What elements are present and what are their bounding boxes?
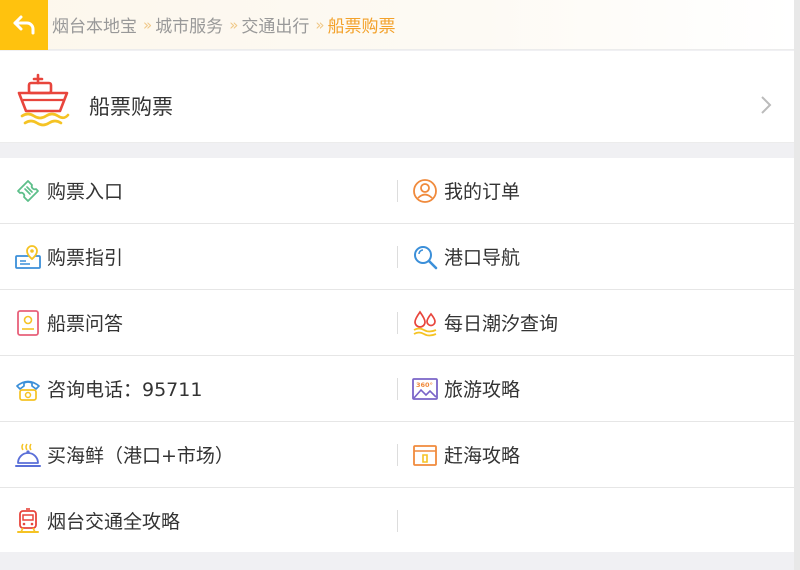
ferry-ticket-header[interactable]: 船票购票 [0, 51, 794, 143]
menu-item-port-navigation[interactable]: 港口导航 [397, 224, 794, 289]
menu-item-label: 赶海攻略 [444, 445, 521, 467]
train-icon [17, 507, 39, 533]
ship-icon [17, 73, 70, 127]
menu-item-buy-seafood[interactable]: 买海鲜（港口+市场） [0, 422, 397, 487]
service-menu: 购票入口 我的订单 购票指引 港口导航 船票问答 每日潮汐查询 咨询电话：957… [0, 158, 794, 554]
breadcrumb-separator: » [315, 15, 324, 34]
menu-row: 买海鲜（港口+市场） 赶海攻略 [0, 422, 794, 488]
user-icon [413, 178, 437, 203]
back-button[interactable] [0, 0, 48, 50]
breadcrumb-separator: » [143, 15, 152, 34]
guide-box-icon [413, 444, 437, 466]
panorama-360-icon: 360° [412, 377, 438, 400]
menu-item-daily-tide[interactable]: 每日潮汐查询 [397, 290, 794, 355]
menu-row: 购票指引 港口导航 [0, 224, 794, 290]
menu-item-label: 旅游攻略 [444, 379, 521, 401]
menu-item-label: 烟台交通全攻略 [47, 511, 181, 533]
water-drop-icon [413, 310, 437, 336]
breadcrumb-item-home[interactable]: 烟台本地宝 [52, 12, 137, 37]
breadcrumb-item-transport[interactable]: 交通出行 [241, 12, 309, 37]
menu-item-label: 每日潮汐查询 [444, 313, 559, 335]
menu-item-label: 我的订单 [444, 181, 521, 203]
breadcrumb: 烟台本地宝 » 城市服务 » 交通出行 » 船票购票 [48, 12, 396, 38]
menu-row: 烟台交通全攻略 [0, 488, 794, 554]
map-pin-icon [15, 244, 41, 269]
menu-item-label: 船票问答 [47, 313, 124, 335]
breadcrumb-item-current: 船票购票 [327, 17, 396, 37]
menu-item-label: 买海鲜（港口+市场） [47, 445, 234, 467]
menu-item-label: 购票指引 [47, 247, 124, 269]
menu-item-label: 港口导航 [444, 247, 521, 269]
menu-item-hotline[interactable]: 咨询电话：95711 [0, 356, 397, 421]
ticket-icon [17, 179, 39, 202]
breadcrumb-separator: » [229, 15, 238, 34]
chevron-right-icon [761, 96, 772, 114]
menu-item-travel-guide[interactable]: 360° 旅游攻略 [397, 356, 794, 421]
menu-item-label: 购票入口 [47, 181, 124, 203]
menu-item-beachcombing-guide[interactable]: 赶海攻略 [397, 422, 794, 487]
phone-icon [16, 380, 40, 401]
menu-item-buy-ticket[interactable]: 购票入口 [0, 158, 397, 223]
menu-item-ticket-faq[interactable]: 船票问答 [0, 290, 397, 355]
menu-item-my-orders[interactable]: 我的订单 [397, 158, 794, 223]
food-cloche-icon [15, 443, 41, 467]
menu-item-yantai-transport-guide[interactable]: 烟台交通全攻略 [0, 488, 397, 553]
svg-text:360°: 360° [416, 381, 433, 389]
menu-item-ticket-guide[interactable]: 购票指引 [0, 224, 397, 289]
back-arrow-icon [13, 15, 35, 34]
magnifier-icon [414, 245, 438, 269]
breadcrumb-item-city-services[interactable]: 城市服务 [155, 12, 223, 37]
document-icon [17, 309, 39, 336]
menu-item-empty [397, 488, 794, 553]
scrollbar-track[interactable] [794, 0, 800, 570]
menu-row: 咨询电话：95711 360° 旅游攻略 [0, 356, 794, 422]
menu-row: 购票入口 我的订单 [0, 158, 794, 224]
menu-row: 船票问答 每日潮汐查询 [0, 290, 794, 356]
menu-item-label: 咨询电话：95711 [47, 379, 203, 401]
page-bottom-background [0, 552, 794, 570]
page-title: 船票购票 [89, 95, 173, 119]
breadcrumb-bar: 烟台本地宝 » 城市服务 » 交通出行 » 船票购票 [0, 0, 794, 50]
